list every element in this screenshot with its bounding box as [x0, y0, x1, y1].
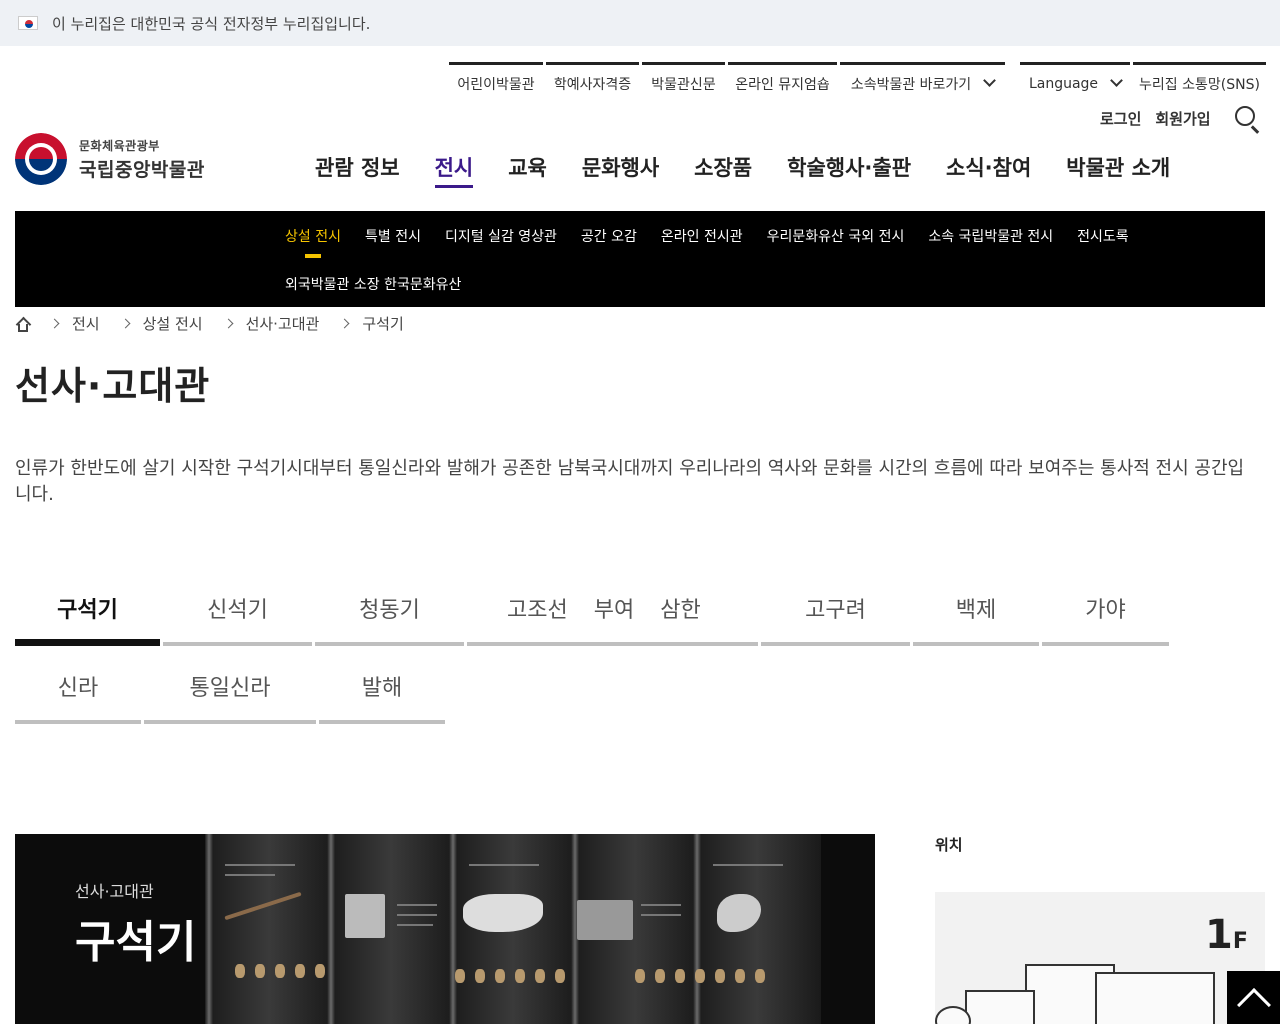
tab-label: 고구려 — [805, 598, 866, 623]
tab-unified-silla[interactable]: 통일신라 — [144, 648, 316, 724]
location-label: 위치 — [935, 836, 963, 854]
chevron-right-icon — [223, 318, 234, 329]
subnav-digital[interactable]: 디지털 실감 영상관 — [445, 226, 557, 246]
logo[interactable]: 문화체육관광부 국립중앙박물관 — [15, 133, 205, 185]
exhibit-image: 선사·고대관 구석기 — [15, 834, 875, 1024]
tab-label: 통일신라 — [189, 676, 271, 701]
search-icon[interactable] — [1234, 105, 1262, 134]
page-description: 인류가 한반도에 살기 시작한 구석기시대부터 통일신라와 발해가 공존한 남북… — [15, 458, 1245, 505]
util-link-kids-museum[interactable]: 어린이박물관 — [449, 62, 543, 100]
utility-links: 어린이박물관 학예사자격증 박물관신문 온라인 뮤지엄숍 소속박물관 바로가기 … — [449, 62, 1269, 100]
logo-museum-name: 국립중앙박물관 — [79, 158, 205, 181]
tab-label: 삼한 — [660, 598, 701, 623]
subnav-permanent[interactable]: 상설 전시 — [285, 226, 341, 258]
tab-label: 구석기 — [57, 598, 118, 623]
language-dropdown[interactable]: Language — [1020, 62, 1130, 100]
korea-flag-icon — [18, 16, 38, 30]
breadcrumb-item[interactable]: 상설 전시 — [143, 313, 203, 334]
chevron-down-icon — [1110, 74, 1123, 87]
tab-gaya[interactable]: 가야 — [1042, 570, 1169, 646]
gnb-collection[interactable]: 소장품 — [694, 152, 752, 188]
subnav-catalog[interactable]: 전시도록 — [1077, 226, 1129, 246]
breadcrumb-item[interactable]: 구석기 — [362, 313, 403, 334]
subnav-korean-heritage-abroad[interactable]: 외국박물관 소장 한국문화유산 — [285, 274, 461, 294]
gnb-visit-info[interactable]: 관람 정보 — [315, 152, 400, 188]
gnb-about[interactable]: 박물관 소개 — [1066, 152, 1170, 188]
tab-label: 백제 — [955, 598, 997, 623]
government-emblem-icon — [15, 133, 67, 185]
gnb-news-participation[interactable]: 소식·참여 — [946, 152, 1031, 188]
chevron-right-icon — [49, 318, 60, 329]
tab-label: 발해 — [361, 676, 403, 701]
tab-label: 신석기 — [207, 598, 268, 623]
util-link-newspaper[interactable]: 박물관신문 — [642, 62, 725, 100]
subnav-space-senses[interactable]: 공간 오감 — [581, 226, 637, 246]
floor-suffix: F — [1232, 929, 1248, 954]
gov-banner-text: 이 누리집은 대한민국 공식 전자정부 누리집입니다. — [52, 14, 371, 33]
scroll-top-button[interactable] — [1227, 971, 1280, 1024]
chevron-right-icon — [339, 318, 350, 329]
tab-label: 고조선 — [507, 598, 568, 623]
main-nav: 관람 정보 전시 교육 문화행사 소장품 학술행사·출판 소식·참여 박물관 소… — [315, 152, 1205, 188]
chevron-down-icon — [983, 74, 997, 87]
tab-goguryeo[interactable]: 고구려 — [761, 570, 910, 646]
tab-label: 청동기 — [359, 598, 420, 623]
member-links: 로그인 회원가입 — [1100, 108, 1211, 129]
tab-label: 부여 — [593, 598, 635, 623]
tab-gojoseon-buyeo-samhan[interactable]: 고조선 부여 삼한 — [467, 570, 758, 646]
chevron-up-icon — [1236, 987, 1271, 1022]
subnav-affiliated[interactable]: 소속 국립박물관 전시 — [928, 226, 1053, 246]
tab-label: 가야 — [1085, 598, 1126, 623]
exhibit-caption: 선사·고대관 — [75, 882, 154, 901]
home-icon[interactable] — [15, 316, 31, 332]
util-link-curator-cert[interactable]: 학예사자격증 — [546, 62, 639, 100]
login-link[interactable]: 로그인 — [1100, 108, 1141, 129]
util-link-sns[interactable]: 누리집 소통망(SNS) — [1133, 62, 1266, 100]
affiliated-museums-dropdown[interactable]: 소속박물관 바로가기 — [840, 62, 1005, 100]
language-label: Language — [1028, 75, 1099, 92]
join-link[interactable]: 회원가입 — [1155, 108, 1210, 129]
subnav-overseas[interactable]: 우리문화유산 국외 전시 — [767, 226, 905, 246]
page-title: 선사·고대관 — [15, 364, 211, 408]
gnb-research-publication[interactable]: 학술행사·출판 — [787, 152, 911, 188]
tab-balhae[interactable]: 발해 — [319, 648, 445, 724]
gnb-education[interactable]: 교육 — [508, 152, 547, 188]
breadcrumb-item[interactable]: 전시 — [72, 313, 100, 334]
tab-silla[interactable]: 신라 — [15, 648, 141, 724]
util-link-museum-shop[interactable]: 온라인 뮤지엄숍 — [728, 62, 837, 100]
floor-label: 1F — [1205, 912, 1248, 958]
breadcrumb: 전시 상설 전시 선사·고대관 구석기 — [15, 313, 404, 334]
sub-nav: 상설 전시 특별 전시 디지털 실감 영상관 공간 오감 온라인 전시관 우리문… — [15, 211, 1265, 307]
tab-paleolithic[interactable]: 구석기 — [15, 570, 160, 646]
affiliated-museums-label: 소속박물관 바로가기 — [850, 76, 972, 93]
subnav-special[interactable]: 특별 전시 — [365, 226, 421, 246]
tab-neolithic[interactable]: 신석기 — [163, 570, 312, 646]
breadcrumb-item[interactable]: 선사·고대관 — [246, 313, 320, 334]
tab-baekje[interactable]: 백제 — [913, 570, 1039, 646]
tab-label: 신라 — [57, 676, 99, 701]
chevron-right-icon — [120, 318, 131, 329]
tab-bronze-age[interactable]: 청동기 — [315, 570, 464, 646]
gnb-exhibition[interactable]: 전시 — [434, 152, 473, 188]
subnav-online[interactable]: 온라인 전시관 — [661, 226, 743, 246]
gnb-events[interactable]: 문화행사 — [582, 152, 659, 188]
logo-ministry: 문화체육관광부 — [79, 138, 160, 153]
gov-banner: 이 누리집은 대한민국 공식 전자정부 누리집입니다. — [0, 0, 1280, 46]
floor-number: 1 — [1205, 912, 1233, 958]
floor-map: 1F — [935, 892, 1265, 1024]
exhibit-headline: 구석기 — [75, 917, 197, 968]
